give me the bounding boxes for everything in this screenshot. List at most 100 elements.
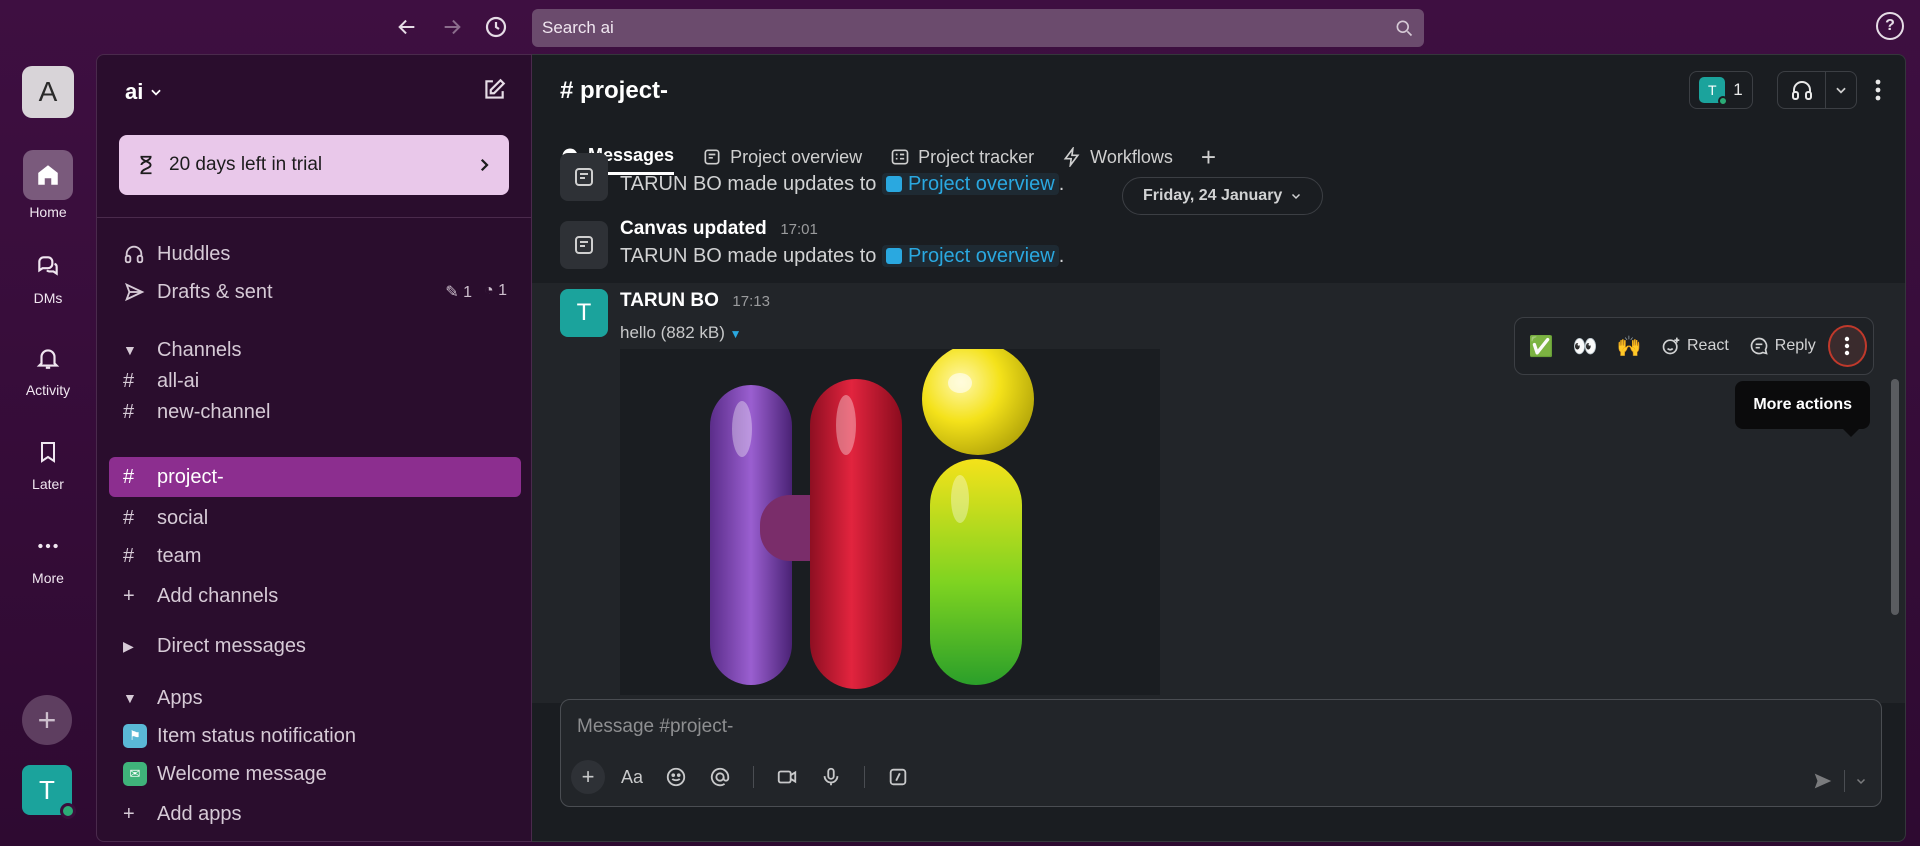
sidebar-item-drafts[interactable]: Drafts & sent ✎ 1 ◔ 1: [109, 273, 521, 311]
history-button[interactable]: [481, 12, 511, 42]
react-button[interactable]: React: [1653, 325, 1737, 367]
huddle-button-group: [1777, 71, 1857, 109]
chevron-down-icon[interactable]: [1855, 775, 1867, 787]
rail-label-later: Later: [32, 476, 64, 492]
send-button[interactable]: [1812, 770, 1834, 792]
channel-title[interactable]: # project-: [560, 77, 668, 105]
tab-project-tracker[interactable]: Project tracker: [890, 139, 1034, 175]
rail-label-activity: Activity: [25, 382, 71, 398]
channel-name: all-ai: [157, 369, 200, 392]
drafts-count-value: 1: [463, 284, 472, 301]
sidebar-item-channel[interactable]: # social: [109, 499, 521, 537]
message-actions-toolbar: ✅ 👀 🙌 React Reply: [1514, 317, 1874, 375]
add-channels-button[interactable]: + Add channels: [109, 577, 521, 615]
attach-button[interactable]: +: [571, 760, 605, 794]
emoji-button[interactable]: [659, 760, 693, 794]
arrow-right-icon: [444, 19, 461, 35]
chevron-down-icon: [1292, 193, 1301, 200]
message-scrollbar[interactable]: [1891, 379, 1899, 615]
huddle-options-button[interactable]: [1826, 83, 1856, 97]
kebab-icon: [1875, 79, 1881, 101]
message-timestamp[interactable]: 17:13: [732, 293, 770, 310]
text-format-icon: Aa: [620, 766, 644, 787]
file-meta[interactable]: hello (882 kB) ▼: [620, 323, 742, 343]
add-channels-label: Add channels: [157, 584, 279, 607]
member-count: 1: [1733, 80, 1743, 99]
caret-down-icon: ▼: [123, 342, 137, 358]
more-actions-button[interactable]: [1827, 325, 1867, 367]
channel-name: new-channel: [157, 400, 271, 423]
canvas-icon: [885, 248, 902, 264]
channel-more-button[interactable]: [1863, 73, 1893, 107]
formatting-button[interactable]: Aa: [615, 760, 649, 794]
bell-icon: [36, 349, 60, 369]
tab-workflows[interactable]: Workflows: [1062, 139, 1173, 175]
tab-project-overview[interactable]: Project overview: [702, 139, 862, 175]
app-name: Welcome message: [157, 762, 327, 785]
dms-section-header[interactable]: ▶ Direct messages: [109, 627, 521, 665]
user-avatar[interactable]: T: [560, 289, 608, 337]
home-icon: [38, 165, 58, 185]
video-icon: [777, 770, 797, 784]
plus-icon: +: [37, 701, 57, 738]
add-tab-button[interactable]: +: [1201, 142, 1216, 173]
help-button[interactable]: ?: [1876, 12, 1904, 40]
reply-label: Reply: [1774, 337, 1816, 354]
start-huddle-button[interactable]: [1778, 72, 1826, 108]
shortcuts-button[interactable]: [881, 760, 915, 794]
sidebar-item-app[interactable]: ✉ Welcome message: [109, 755, 521, 793]
message-timestamp[interactable]: 17:01: [780, 221, 818, 238]
channel-sidebar: ai 20 days left in trial Huddles Drafts …: [96, 54, 532, 842]
video-clip-button[interactable]: [770, 760, 804, 794]
react-raised-hands-button[interactable]: 🙌: [1609, 325, 1649, 367]
sidebar-item-channel[interactable]: # team: [109, 537, 521, 575]
hash-icon: #: [123, 465, 135, 488]
message-author[interactable]: TARUN BO: [620, 290, 719, 311]
canvas-icon: [575, 168, 593, 186]
add-apps-button[interactable]: + Add apps: [109, 795, 521, 833]
message-author[interactable]: Canvas updated: [620, 218, 767, 239]
sidebar-item-channel[interactable]: # new-channel: [109, 393, 521, 431]
members-button[interactable]: T 1: [1689, 71, 1753, 109]
trial-banner[interactable]: 20 days left in trial: [119, 135, 509, 195]
search-input[interactable]: Search ai: [532, 9, 1424, 47]
sidebar-item-channel-active[interactable]: # project-: [109, 457, 521, 497]
rail-item-home[interactable]: Home: [0, 150, 96, 220]
rail-item-activity[interactable]: Activity: [0, 338, 96, 398]
back-button[interactable]: [392, 12, 422, 42]
user-avatar[interactable]: T: [22, 765, 76, 819]
canvas-link-label: Project overview: [907, 245, 1055, 267]
message-input[interactable]: Message #project-: [577, 716, 733, 738]
sidebar-item-label: Drafts & sent: [157, 280, 273, 303]
workspace-name-button[interactable]: ai: [125, 79, 163, 105]
rail-item-dms[interactable]: DMs: [0, 246, 96, 306]
mention-button[interactable]: [703, 760, 737, 794]
compose-button[interactable]: [481, 77, 509, 105]
workspace-avatar[interactable]: A: [22, 66, 74, 118]
app-icon: ✉: [123, 762, 147, 786]
sidebar-item-app[interactable]: ⚑ Item status notification: [109, 717, 521, 755]
add-workspace-button[interactable]: +: [22, 695, 72, 745]
canvas-link[interactable]: Project overview: [881, 173, 1059, 195]
reply-button[interactable]: Reply: [1741, 325, 1824, 367]
forward-button[interactable]: [437, 12, 467, 42]
rail-item-later[interactable]: Later: [0, 432, 96, 492]
plus-icon: +: [581, 764, 595, 789]
chevron-right-icon: [480, 158, 489, 172]
sidebar-item-huddles[interactable]: Huddles: [109, 235, 521, 273]
apps-section-header[interactable]: ▼ Apps: [109, 679, 521, 717]
canvas-link[interactable]: Project overview: [881, 245, 1059, 267]
dms-icon: [38, 256, 58, 276]
date-divider-button[interactable]: Friday, 24 January: [1122, 177, 1324, 215]
react-check-button[interactable]: ✅: [1521, 325, 1561, 367]
sidebar-divider: [97, 217, 531, 218]
workspace-name: ai: [125, 79, 144, 104]
image-attachment[interactable]: [620, 343, 1160, 695]
audio-clip-button[interactable]: [814, 760, 848, 794]
list-icon: [891, 149, 909, 165]
at-icon: [710, 767, 730, 787]
send-icon: [125, 282, 145, 302]
message-composer[interactable]: Message #project- + Aa: [560, 699, 1882, 807]
react-eyes-button[interactable]: 👀: [1565, 325, 1605, 367]
rail-item-more[interactable]: More: [0, 526, 96, 586]
